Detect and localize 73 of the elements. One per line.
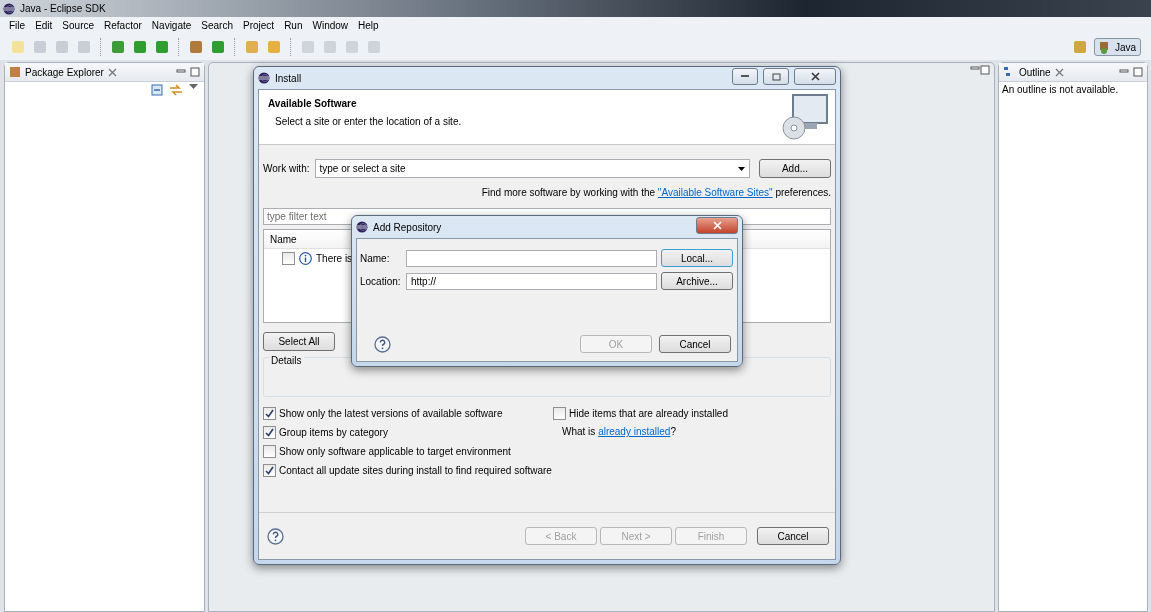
eclipse-icon — [258, 72, 270, 84]
sites-link[interactable]: "Available Software Sites" — [657, 187, 773, 198]
panel-title[interactable]: Outline — [1019, 66, 1051, 78]
close-button[interactable] — [696, 217, 738, 234]
find-more-text: Find more software by working with the "Available Software Sites" preferences. — [480, 187, 831, 198]
checkbox[interactable] — [263, 464, 276, 477]
column-header[interactable]: Name — [264, 233, 297, 245]
close-icon — [810, 72, 820, 81]
restore-icon — [771, 72, 781, 81]
minimize-icon — [741, 75, 749, 78]
what-is-text: What is already installed? — [561, 426, 676, 439]
minimize-icon[interactable] — [970, 65, 980, 73]
menu-item[interactable]: Source — [57, 20, 100, 31]
close-icon[interactable] — [107, 67, 117, 77]
help-icon[interactable] — [374, 335, 391, 353]
close-button[interactable] — [794, 68, 836, 85]
work-with-combo[interactable]: type or select a site — [314, 159, 750, 178]
select-all-button[interactable]: Select All — [263, 332, 335, 351]
menu-item[interactable]: Navigate — [146, 20, 197, 31]
maximize-icon[interactable] — [980, 65, 990, 75]
field-label: Name: — [360, 252, 391, 264]
maximize-icon[interactable] — [1133, 67, 1143, 77]
installed-link[interactable]: already installed — [598, 426, 671, 437]
window-title: Java - Eclipse SDK — [20, 3, 106, 14]
dropdown-arrow-icon[interactable] — [738, 166, 745, 171]
browse-button[interactable]: Local... — [661, 249, 733, 267]
perspective-button[interactable]: Java — [1093, 38, 1141, 56]
option-checkbox[interactable]: Group items by category — [263, 426, 388, 439]
group-label: Details — [269, 355, 304, 366]
dialog-button[interactable]: Cancel — [659, 335, 731, 353]
menu-item[interactable]: Help — [353, 20, 384, 31]
app-icon — [3, 2, 15, 15]
menu-item[interactable]: Project — [238, 20, 280, 31]
link-icon[interactable] — [169, 84, 183, 96]
add-button[interactable]: Add... — [759, 159, 831, 178]
outline-message: An outline is not available. — [1001, 83, 1120, 97]
field-label: Work with: — [263, 163, 310, 174]
menu-item[interactable]: Refactor — [99, 20, 147, 31]
close-icon[interactable] — [1054, 67, 1064, 77]
view-menu-icon[interactable] — [189, 84, 198, 90]
minimize-icon[interactable] — [176, 68, 186, 76]
help-icon[interactable] — [267, 527, 284, 545]
close-icon — [712, 221, 722, 230]
monitor-icon — [781, 93, 829, 141]
browse-button[interactable]: Archive... — [661, 272, 733, 290]
menu-item[interactable]: File — [4, 20, 31, 31]
dialog-title: Install — [275, 72, 302, 84]
option-checkbox[interactable]: Hide items that are already installed — [553, 407, 728, 420]
menu-item[interactable]: Edit — [30, 20, 58, 31]
menu-item[interactable]: Search — [196, 20, 238, 31]
field-label: Location: — [360, 275, 402, 287]
info-icon — [299, 252, 312, 265]
menu-item[interactable]: Window — [307, 20, 354, 31]
eclipse-icon — [356, 221, 368, 233]
option-checkbox[interactable]: Show only the latest versions of available software — [263, 407, 503, 420]
text-field[interactable]: http:// — [406, 272, 657, 290]
checkbox[interactable] — [263, 426, 276, 439]
option-checkbox[interactable]: Contact all update sites during install to find required software — [263, 464, 552, 477]
restore-button[interactable] — [763, 68, 789, 85]
checkbox[interactable] — [263, 445, 276, 458]
maximize-icon[interactable] — [190, 67, 200, 77]
text-field[interactable] — [406, 249, 657, 267]
collapse-all-icon[interactable] — [151, 84, 163, 96]
option-checkbox[interactable]: Show only software applicable to target environment — [263, 445, 511, 458]
checkbox[interactable] — [263, 407, 276, 420]
minimize-icon[interactable] — [1119, 68, 1129, 76]
menu-item[interactable]: Run — [279, 20, 308, 31]
wizard-button[interactable]: Cancel — [757, 527, 829, 545]
minimize-button[interactable] — [732, 68, 758, 85]
checkbox[interactable] — [553, 407, 566, 420]
page-subtitle: Select a site or enter the location of a site. — [275, 116, 462, 127]
page-title: Available Software — [268, 98, 358, 109]
checkbox[interactable] — [282, 252, 295, 265]
